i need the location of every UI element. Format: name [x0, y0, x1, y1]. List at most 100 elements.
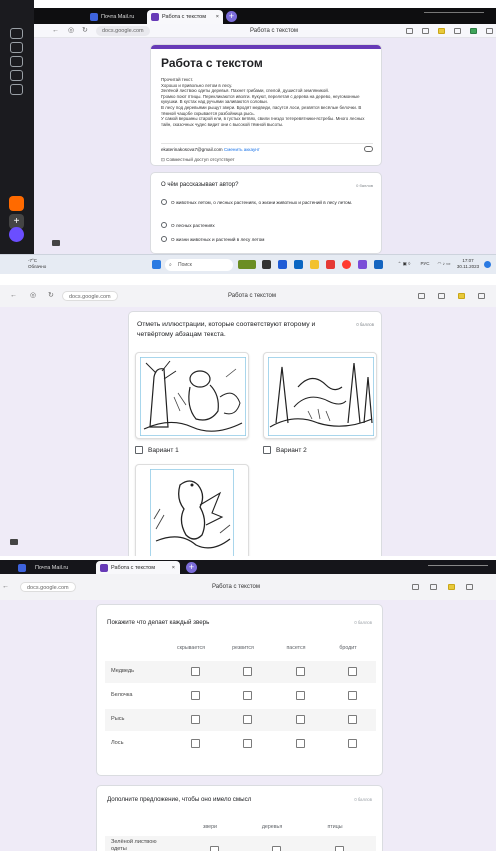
extensions-icon[interactable]	[466, 584, 473, 590]
checkbox[interactable]	[263, 446, 271, 454]
yandex-browser-icon[interactable]	[358, 260, 367, 269]
url-field[interactable]: docs.google.com	[62, 291, 118, 301]
checkbox[interactable]	[135, 446, 143, 454]
mail-app-icon[interactable]	[9, 196, 24, 211]
grid-checkbox[interactable]	[296, 739, 305, 748]
option-label: Вариант 1	[148, 446, 179, 454]
new-tab-button[interactable]: +	[186, 562, 197, 573]
extensions-icon[interactable]	[454, 28, 461, 34]
browser-icon[interactable]	[278, 260, 287, 269]
option-label: О животных летом, о лесных растениях, о …	[171, 200, 353, 205]
notes-icon[interactable]	[10, 70, 23, 81]
reload-icon[interactable]: ↻	[48, 289, 54, 303]
language-indicator[interactable]: РУС	[418, 261, 432, 267]
new-tab-button[interactable]: +	[226, 11, 237, 22]
window-controls[interactable]	[428, 565, 488, 570]
tab-close-icon[interactable]: ×	[172, 561, 175, 575]
apps-icon[interactable]	[10, 84, 23, 95]
grid-checkbox[interactable]	[191, 715, 200, 724]
radio-button[interactable]	[161, 236, 167, 242]
feedback-icon[interactable]	[10, 539, 18, 545]
battery-icon[interactable]	[448, 584, 455, 590]
feedback-icon[interactable]	[52, 240, 60, 246]
grid-row: Белочка	[105, 685, 376, 707]
translate-icon[interactable]	[412, 584, 419, 590]
radio-button[interactable]	[161, 199, 167, 205]
extensions-icon[interactable]	[478, 293, 485, 299]
word-icon[interactable]	[374, 260, 383, 269]
bookmarks-icon[interactable]	[10, 42, 23, 53]
notification-icon[interactable]	[484, 261, 491, 268]
bookmark-icon[interactable]	[422, 28, 429, 34]
grid-checkbox[interactable]	[348, 667, 357, 676]
grid-checkbox[interactable]	[348, 691, 357, 700]
profile-icon[interactable]	[470, 28, 477, 34]
grid-checkbox[interactable]	[191, 691, 200, 700]
grid-checkbox[interactable]	[210, 846, 219, 851]
window-controls[interactable]	[424, 12, 484, 20]
url-field[interactable]: docs.google.com	[20, 582, 76, 592]
weather-widget[interactable]: -7°C Облачно	[28, 258, 68, 269]
grid-checkbox[interactable]	[191, 739, 200, 748]
url-field[interactable]: docs.google.com	[96, 26, 150, 36]
grid-checkbox[interactable]	[243, 739, 252, 748]
bookmark-icon[interactable]	[430, 584, 437, 590]
battery-icon[interactable]	[438, 28, 445, 34]
assistant-icon[interactable]	[9, 227, 24, 242]
translate-icon[interactable]	[406, 28, 413, 34]
clock-icon[interactable]	[10, 28, 23, 39]
yandex-icon[interactable]: ◎	[30, 289, 36, 303]
question-points: 0 баллов	[356, 183, 373, 188]
illustration-1-card[interactable]	[135, 352, 249, 439]
task-view-icon[interactable]	[262, 260, 271, 269]
form-header-card: Работа с текстом Прочитай текст. Хорошо …	[150, 44, 382, 166]
folder-icon[interactable]	[310, 260, 319, 269]
tab-mail[interactable]: Почта Mail.ru	[86, 10, 144, 24]
back-icon[interactable]: ←	[52, 24, 59, 38]
tray-icons[interactable]: ⌃ ▣ ◊	[392, 261, 416, 267]
grid-checkbox[interactable]	[296, 715, 305, 724]
tab-form[interactable]: Работа с текстом ×	[147, 10, 223, 24]
radio-option[interactable]: О лесных растениях	[161, 222, 373, 229]
yandex-icon[interactable]: ◎	[68, 24, 74, 38]
tab-mail[interactable]: Почта Mail.ru	[18, 561, 78, 575]
battery-icon[interactable]	[458, 293, 465, 299]
tab-form[interactable]: Работа с текстом ×	[96, 561, 180, 574]
checkbox-option-2[interactable]: Вариант 2	[263, 446, 307, 454]
grid-checkbox[interactable]	[272, 846, 281, 851]
opera-icon[interactable]	[342, 260, 351, 269]
grid-checkbox[interactable]	[243, 691, 252, 700]
browser-sidebar: +	[0, 0, 34, 274]
tab-close-icon[interactable]: ×	[216, 10, 219, 24]
switch-account-link[interactable]: Сменить аккаунт	[224, 147, 260, 152]
back-icon[interactable]: ←	[2, 580, 9, 594]
downloads-icon[interactable]	[486, 28, 493, 34]
grid-checkbox[interactable]	[243, 667, 252, 676]
reload-icon[interactable]: ↻	[82, 24, 88, 38]
illustration-2-card[interactable]	[263, 352, 377, 439]
yandex-app-icon[interactable]	[326, 260, 335, 269]
address-bar: ← ◎ ↻ docs.google.com Работа с текстом	[0, 285, 496, 307]
grid-checkbox[interactable]	[348, 739, 357, 748]
checkbox-option-1[interactable]: Вариант 1	[135, 446, 179, 454]
grid-checkbox[interactable]	[243, 715, 252, 724]
start-icon[interactable]	[152, 260, 161, 269]
grid-checkbox[interactable]	[335, 846, 344, 851]
bookmark-icon[interactable]	[438, 293, 445, 299]
grid-checkbox[interactable]	[191, 667, 200, 676]
radio-button[interactable]	[161, 222, 167, 228]
grid-checkbox[interactable]	[296, 667, 305, 676]
grid-checkbox[interactable]	[348, 715, 357, 724]
question-card-illustrations: Отметь иллюстрации, которые соответствую…	[128, 311, 382, 556]
illustration-3-card[interactable]	[135, 464, 249, 556]
translate-icon[interactable]	[418, 293, 425, 299]
radio-option[interactable]: О животных летом, о лесных растениях, о …	[161, 199, 373, 206]
clock[interactable]: 17:07 30.11.2023	[454, 258, 482, 269]
radio-option[interactable]: О жизни животных и растений в лесу летом	[161, 236, 373, 243]
grid-checkbox[interactable]	[296, 691, 305, 700]
network-volume-icons[interactable]: ◠ ♪ ▭	[434, 261, 454, 267]
play-icon[interactable]	[10, 56, 23, 67]
back-icon[interactable]: ←	[10, 289, 17, 303]
taskbar-search[interactable]: ⌕ Поиск	[165, 259, 233, 271]
store-icon[interactable]	[294, 260, 303, 269]
